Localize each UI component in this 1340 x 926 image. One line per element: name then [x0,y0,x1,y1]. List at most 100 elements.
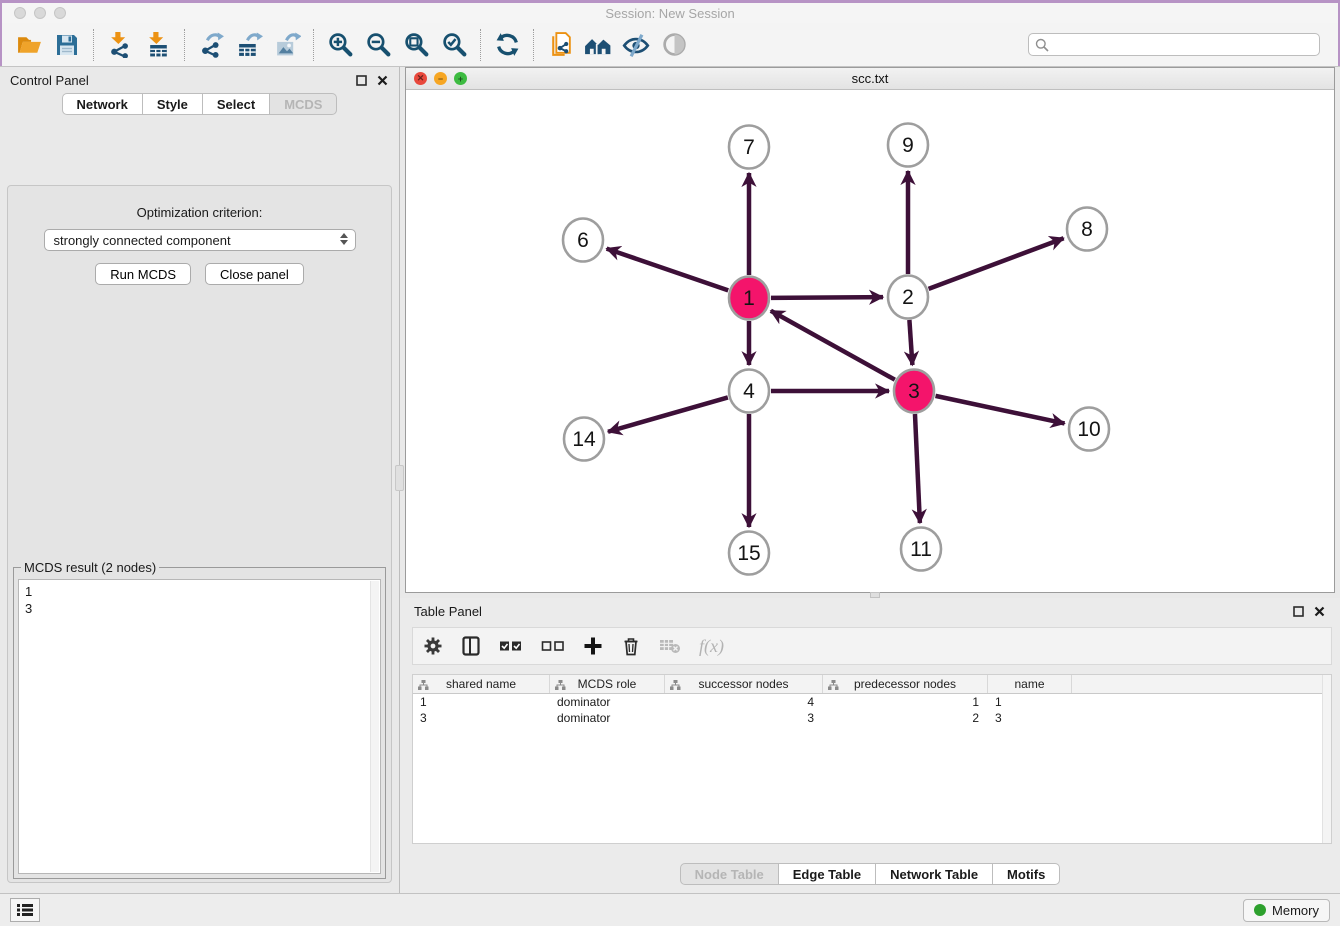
save-session-button[interactable] [48,27,86,63]
export-network-icon [198,31,225,58]
refresh-layout-icon [494,31,521,58]
control-panel-title: Control Panel [10,73,354,88]
graph-edge-2-3[interactable] [909,320,912,365]
graph-node-14[interactable]: 14 [564,418,604,461]
table-row[interactable]: 3dominator323 [413,710,1331,726]
vertical-splitter-handle[interactable] [395,465,404,491]
zoom-in-button[interactable] [321,27,359,63]
ndex-button[interactable] [579,27,617,63]
graph-node-7[interactable]: 7 [729,126,769,169]
table-scrollbar[interactable] [1322,675,1331,843]
float-table-panel-button[interactable] [1291,604,1305,618]
float-panel-button[interactable] [354,73,368,87]
tab-style[interactable]: Style [143,93,203,115]
graph-node-9[interactable]: 9 [888,124,928,167]
search-input[interactable] [1028,33,1320,56]
network-window-titlebar[interactable]: scc.txt ✕−+ [406,68,1334,90]
export-network-button[interactable] [192,27,230,63]
column-header-MCDS-role[interactable]: MCDS role [550,675,665,693]
zoom-fit-button[interactable] [397,27,435,63]
graph-node-10[interactable]: 10 [1069,408,1109,451]
column-header-predecessor-nodes[interactable]: predecessor nodes [823,675,988,693]
table-row[interactable]: 1dominator411 [413,694,1331,710]
open-session-button[interactable] [10,27,48,63]
close-mcds-panel-button[interactable]: Close panel [205,263,304,285]
close-table-panel-button[interactable] [1312,604,1326,618]
status-bar: Memory [0,893,1340,926]
export-image-button[interactable] [268,27,306,63]
result-scrollbar[interactable] [370,581,379,872]
import-network-button[interactable] [101,27,139,63]
import-table-button[interactable] [139,27,177,63]
zoom-selected-icon [441,31,468,58]
graph-node-label: 7 [743,136,755,159]
graph-node-6[interactable]: 6 [563,219,603,262]
graph-edge-3-1[interactable] [771,311,895,380]
hide-graphics-details-button[interactable] [617,27,655,63]
float-icon [1293,606,1304,617]
mcds-result-title: MCDS result (2 nodes) [21,560,159,575]
graph-edge-3-10[interactable] [935,396,1064,424]
tab-node-table[interactable]: Node Table [680,863,779,885]
table-toolbar: f(x) [412,627,1332,665]
tab-motifs[interactable]: Motifs [993,863,1060,885]
criterion-select-value: strongly connected component [54,233,231,248]
graph-node-15[interactable]: 15 [729,532,769,575]
graph-node-11[interactable]: 11 [901,528,941,571]
tab-network[interactable]: Network [62,93,143,115]
function-builder-button[interactable]: f(x) [699,636,724,657]
graph-edge-1-6[interactable] [607,249,729,291]
graph-edge-4-14[interactable] [608,397,728,431]
node-table-body: 1dominator4113dominator323 [413,694,1331,726]
delete-table-button[interactable] [659,637,681,655]
criterion-select[interactable]: strongly connected component [44,229,356,251]
select-all-columns-button[interactable] [499,636,523,656]
zoom-out-button[interactable] [359,27,397,63]
houses-icon [584,31,612,59]
zoom-selected-button[interactable] [435,27,473,63]
table-cell: 1 [988,695,1072,709]
toolbar-separator [313,29,314,61]
column-header-name[interactable]: name [988,675,1072,693]
tab-edge-table[interactable]: Edge Table [779,863,876,885]
tab-network-table[interactable]: Network Table [876,863,993,885]
tab-select[interactable]: Select [203,93,270,115]
close-panel-button[interactable] [375,73,389,87]
split-view-button[interactable] [461,636,481,656]
unselect-all-columns-button[interactable] [541,636,565,656]
apply-layout-button[interactable] [488,27,526,63]
toolbar-separator [184,29,185,61]
graph-node-4[interactable]: 4 [729,370,769,413]
mcds-result-textarea[interactable]: 1 3 [18,579,381,874]
export-table-button[interactable] [230,27,268,63]
run-mcds-button[interactable]: Run MCDS [95,263,191,285]
column-hierarchy-icon [555,679,566,693]
window-title: Session: New Session [0,6,1340,21]
zoom-out-icon [365,31,392,58]
graph-edge-3-11[interactable] [915,414,920,523]
add-column-button[interactable] [583,636,603,656]
graph-node-3[interactable]: 3 [894,370,934,413]
tab-mcds[interactable]: MCDS [270,93,337,115]
network-canvas[interactable]: 7 9 6 8 1 2 4 3 14 10 15 11 [406,90,1334,592]
delete-columns-button[interactable] [621,636,641,656]
graph-edge-1-2[interactable] [771,297,883,298]
horizontal-splitter-handle[interactable] [870,592,880,598]
clone-network-button[interactable] [541,27,579,63]
toolbar-separator [93,29,94,61]
table-settings-button[interactable] [423,636,443,656]
graph-node-1[interactable]: 1 [729,277,769,320]
optimization-criterion-label: Optimization criterion: [8,205,391,220]
memory-button[interactable]: Memory [1243,899,1330,922]
table-cell: dominator [550,695,665,709]
column-header-successor-nodes[interactable]: successor nodes [665,675,823,693]
show-graphics-details-button[interactable] [655,27,693,63]
graph-node-label: 9 [902,134,914,157]
graph-node-2[interactable]: 2 [888,276,928,319]
task-history-button[interactable] [10,898,40,922]
graph-node-8[interactable]: 8 [1067,208,1107,251]
graph-edge-2-8[interactable] [929,238,1064,289]
result-line: 1 [25,583,374,600]
column-header-shared-name[interactable]: shared name [413,675,550,693]
export-image-icon [274,31,301,58]
